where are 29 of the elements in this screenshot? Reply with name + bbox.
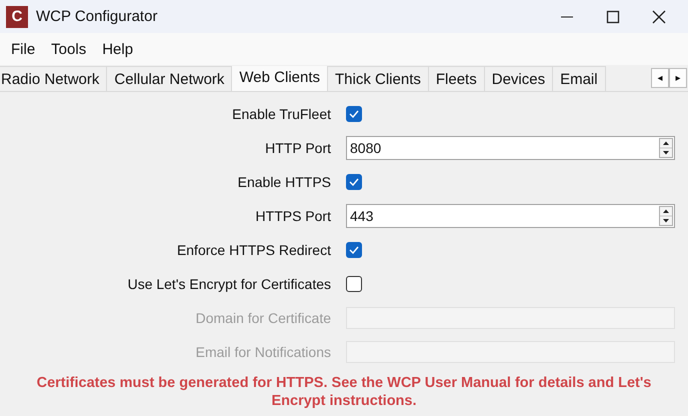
checkmark-icon bbox=[349, 246, 359, 254]
menu-item[interactable]: Help bbox=[94, 38, 142, 60]
field-label: Email for Notifications bbox=[194, 344, 331, 360]
checkbox[interactable] bbox=[346, 106, 362, 122]
checkbox[interactable] bbox=[346, 242, 362, 258]
menu-item[interactable]: File bbox=[3, 38, 44, 60]
tab[interactable]: Email bbox=[552, 66, 606, 91]
field-label: Domain for Certificate bbox=[194, 310, 331, 326]
field-label: Enforce HTTPS Redirect bbox=[176, 242, 331, 258]
spinner-arrows-icon[interactable] bbox=[659, 138, 673, 158]
warning-message: Certificates must be generated for HTTPS. See the WCP User Manual for details and Let's Encrypt instructions. bbox=[36, 374, 652, 410]
checkmark-icon bbox=[349, 178, 359, 186]
window-title: WCP Configurator bbox=[36, 8, 158, 25]
tab-scroll-button[interactable]: ▸ bbox=[669, 68, 687, 88]
field-label: Enable TruFleet bbox=[231, 106, 331, 122]
field-label: HTTP Port bbox=[264, 140, 331, 156]
field-label: Use Let's Encrypt for Certificates bbox=[126, 276, 331, 292]
spin-field[interactable]: 8080 bbox=[346, 136, 675, 160]
checkmark-icon bbox=[349, 110, 359, 118]
spin-field[interactable]: 443 bbox=[346, 204, 675, 228]
checkbox[interactable] bbox=[346, 276, 362, 292]
spinner-arrows-icon[interactable] bbox=[659, 206, 673, 226]
menu-item[interactable]: Tools bbox=[43, 38, 94, 60]
tab[interactable]: Web Clients bbox=[231, 66, 328, 91]
field-label: HTTPS Port bbox=[254, 208, 331, 224]
checkbox[interactable] bbox=[346, 174, 362, 190]
field-label: Enable HTTPS bbox=[236, 174, 331, 190]
tab-scroll-button[interactable]: ◂ bbox=[651, 68, 669, 88]
app-logo: C bbox=[6, 6, 28, 28]
